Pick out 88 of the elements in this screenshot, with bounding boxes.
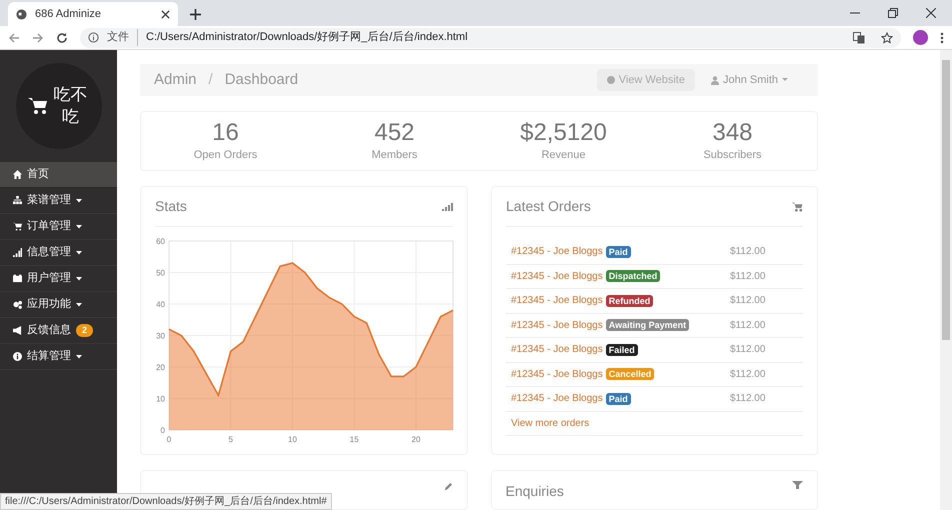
- order-link[interactable]: #12345 - Joe Bloggs: [511, 342, 603, 358]
- order-amount: $112.00: [730, 392, 766, 406]
- x-axis-label: 0: [166, 435, 172, 444]
- y-axis-label: 20: [156, 363, 165, 372]
- signal-icon: [442, 202, 453, 210]
- order-link[interactable]: #12345 - Joe Bloggs: [511, 244, 603, 260]
- x-axis-label: 10: [288, 435, 297, 444]
- x-axis-label: 5: [228, 435, 233, 444]
- status-label: Paid: [606, 392, 631, 405]
- stat-value: $2,5120: [520, 118, 607, 147]
- reload-icon[interactable]: [56, 32, 68, 44]
- info-icon: [88, 32, 99, 43]
- count-badge: 2: [76, 324, 94, 337]
- logo-text: 吃不吃: [52, 84, 88, 128]
- info-icon: [13, 352, 22, 361]
- restore-icon[interactable]: [888, 8, 898, 18]
- status-url-tooltip: file:///C:/Users/Administrator/Downloads/好例子网_后台/后台/index.html#: [0, 493, 332, 510]
- view-more-link[interactable]: View more orders: [511, 416, 590, 431]
- profile-avatar[interactable]: [913, 30, 928, 45]
- forward-arrow-icon[interactable]: [32, 32, 44, 44]
- x-axis-label: 15: [350, 435, 359, 444]
- scrollbar[interactable]: [940, 50, 952, 510]
- breadcrumb-link[interactable]: Admin: [154, 68, 197, 92]
- home-icon: [13, 170, 22, 179]
- x-axis-label: 20: [412, 435, 420, 444]
- sidebar-item[interactable]: 首页: [0, 162, 117, 188]
- stat-value: 348: [712, 118, 753, 147]
- card-title: Latest Orders: [506, 197, 591, 216]
- new-tab-icon[interactable]: [190, 9, 201, 20]
- close-icon[interactable]: [926, 8, 936, 18]
- order-link[interactable]: #12345 - Joe Bloggs: [511, 268, 603, 284]
- pencil-icon: [442, 483, 452, 491]
- order-link[interactable]: #12345 - Joe Bloggs: [511, 391, 603, 406]
- stat-label: Members: [372, 148, 418, 163]
- order-amount: $112.00: [730, 294, 766, 308]
- stat-value: 452: [374, 118, 415, 147]
- stat-value: 16: [212, 118, 239, 147]
- order-link[interactable]: #12345 - Joe Bloggs: [511, 318, 603, 333]
- gears-icon: [13, 300, 22, 309]
- y-axis-label: 50: [156, 268, 165, 278]
- user-menu-button[interactable]: John Smith: [702, 69, 796, 92]
- sitemap-icon: [13, 196, 22, 205]
- stat-label: Revenue: [541, 148, 586, 163]
- translate-icon[interactable]: [853, 32, 865, 44]
- status-label: Dispatched: [606, 270, 660, 282]
- order-amount: $112.00: [730, 343, 766, 358]
- status-label: Failed: [606, 344, 638, 356]
- address-bar[interactable]: 文件 C:/Users/Administrator/Downloads/好例子网_后台/后台/index.html: [80, 28, 901, 48]
- breadcrumb-separator: /: [208, 70, 214, 90]
- filter-icon: [792, 481, 803, 489]
- status-label: Paid: [606, 246, 631, 258]
- address-label: 文件: [107, 29, 138, 46]
- browser-tab[interactable]: 686 Adminize: [8, 2, 178, 26]
- url-text: C:/Users/Administrator/Downloads/好例子网_后台/后台/index.html: [146, 30, 469, 46]
- status-label: Awaiting Payment: [606, 319, 690, 332]
- stat-label: Open Orders: [194, 148, 258, 163]
- y-axis-label: 0: [160, 426, 165, 435]
- user-icon: [710, 76, 719, 85]
- caret-icon: [782, 78, 788, 82]
- star-icon[interactable]: [881, 32, 893, 44]
- y-axis-label: 10: [156, 394, 165, 404]
- card-title: Stats: [155, 197, 187, 216]
- back-arrow-icon[interactable]: [8, 32, 20, 44]
- users-icon: [13, 274, 22, 283]
- order-link[interactable]: #12345 - Joe Bloggs: [511, 366, 603, 382]
- cart-icon: [792, 202, 803, 212]
- order-amount: $112.00: [730, 368, 766, 382]
- signal-icon: [13, 248, 22, 257]
- y-axis-label: 40: [156, 300, 165, 309]
- status-label: Cancelled: [606, 368, 654, 380]
- menu-icon[interactable]: [940, 32, 944, 44]
- order-link[interactable]: #12345 - Joe Bloggs: [511, 293, 603, 308]
- y-axis-label: 30: [156, 332, 165, 340]
- breadcrumb-current: Dashboard: [224, 70, 298, 90]
- status-label: Refunded: [606, 294, 654, 307]
- order-amount: $112.00: [730, 318, 766, 333]
- close-icon[interactable]: [161, 10, 170, 18]
- order-amount: $112.00: [730, 270, 766, 284]
- card-title: Enquiries: [506, 482, 564, 501]
- cart-icon: [28, 97, 48, 115]
- minimize-icon[interactable]: [850, 12, 860, 14]
- y-axis-label: 60: [156, 237, 165, 246]
- stat-label: Subscribers: [703, 148, 762, 163]
- order-amount: $112.00: [730, 245, 766, 260]
- view-website-button[interactable]: View Website: [596, 69, 695, 92]
- tab-title: 686 Adminize: [35, 6, 102, 22]
- megaphone-icon: [13, 326, 22, 335]
- cart-icon: [13, 222, 22, 231]
